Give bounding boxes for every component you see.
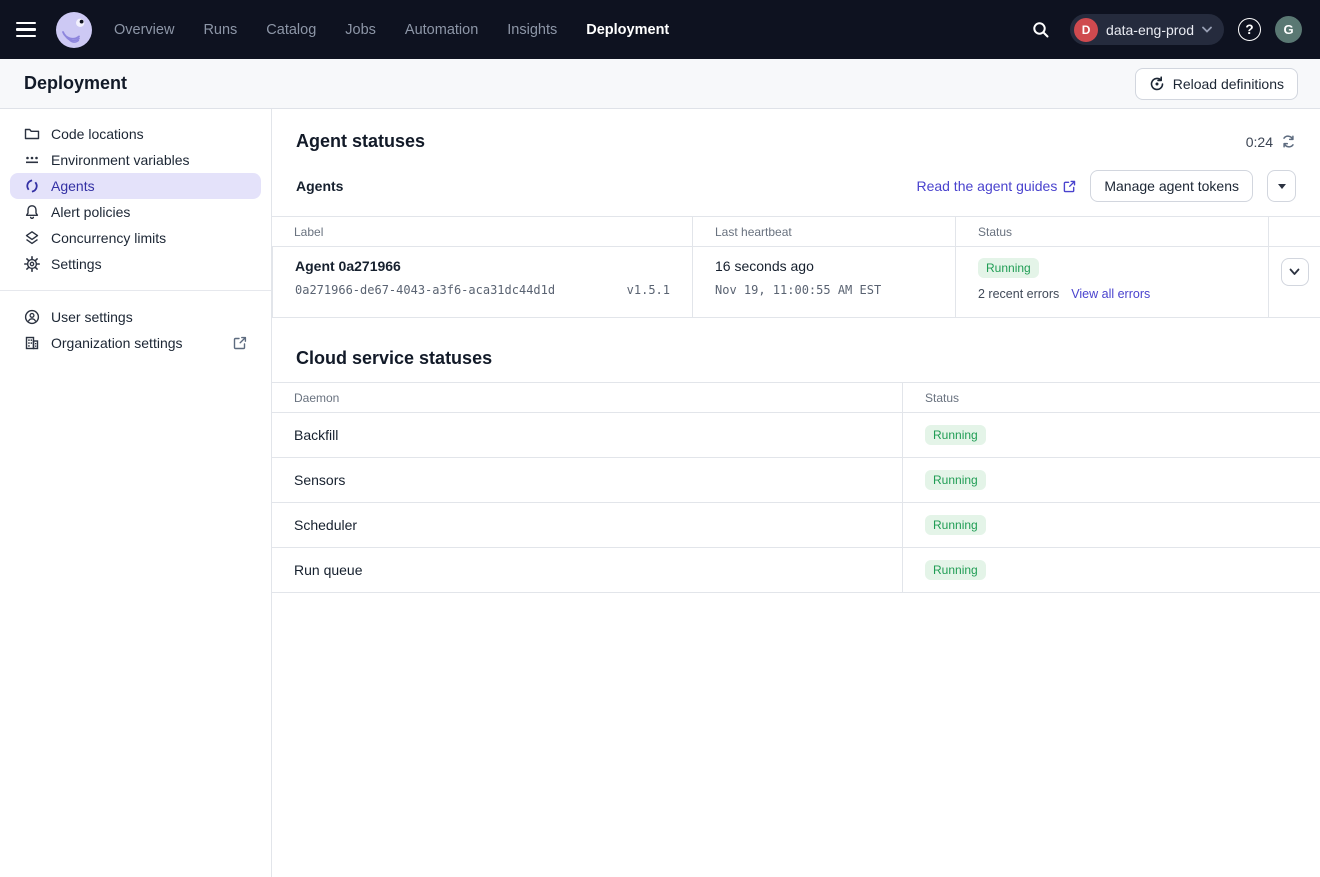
column-header-daemon: Daemon — [272, 383, 902, 413]
external-link-icon — [1063, 180, 1076, 193]
sidebar-item-label: Alert policies — [51, 204, 130, 220]
column-header-label: Label — [272, 217, 692, 247]
status-badge: Running — [925, 560, 986, 580]
agents-table: Label Last heartbeat Status Agent 0a2719… — [272, 216, 1320, 318]
sidebar-item-agents[interactable]: Agents — [10, 173, 261, 199]
hamburger-menu-icon[interactable] — [16, 17, 42, 43]
status-badge: Running — [925, 470, 986, 490]
agents-section-label: Agents — [296, 178, 343, 194]
daemon-name: Run queue — [272, 548, 902, 593]
sidebar-item-label: Settings — [51, 256, 102, 272]
sidebar-item-code-locations[interactable]: Code locations — [10, 121, 261, 147]
agent-expand-button[interactable] — [1281, 258, 1309, 286]
daemon-status-cell: Running — [902, 548, 1320, 593]
daemon-name: Backfill — [272, 413, 902, 458]
external-link-icon — [233, 336, 247, 350]
bell-icon — [24, 204, 40, 220]
agent-name: Agent 0a271966 — [295, 258, 670, 274]
folder-icon — [24, 126, 40, 142]
variables-icon — [24, 152, 40, 168]
agent-guides-link-label: Read the agent guides — [916, 178, 1057, 194]
deployment-sidebar: Code locations Environment variables Age… — [0, 109, 272, 877]
column-header-status: Status — [902, 383, 1320, 413]
caret-down-icon — [1278, 184, 1286, 189]
sidebar-item-organization-settings[interactable]: Organization settings — [10, 330, 261, 356]
page-title: Deployment — [24, 73, 127, 94]
sidebar-item-label: Agents — [51, 178, 95, 194]
agents-more-actions-button[interactable] — [1267, 170, 1296, 202]
countdown-value: 0:24 — [1246, 134, 1273, 150]
agent-status-cell: Running 2 recent errors View all errors — [955, 247, 1268, 318]
agent-id: 0a271966-de67-4043-a3f6-aca31dc44d1d — [295, 283, 555, 297]
nav-item-insights[interactable]: Insights — [507, 22, 557, 38]
search-icon[interactable] — [1026, 15, 1056, 45]
nav-item-deployment[interactable]: Deployment — [586, 22, 669, 38]
agent-icon — [24, 178, 40, 194]
agent-label-cell: Agent 0a271966 0a271966-de67-4043-a3f6-a… — [272, 247, 692, 318]
manage-agent-tokens-label: Manage agent tokens — [1104, 178, 1239, 194]
agent-statuses-heading: Agent statuses — [296, 131, 425, 152]
status-badge: Running — [925, 425, 986, 445]
status-badge: Running — [925, 515, 986, 535]
refresh-countdown: 0:24 — [1246, 134, 1296, 150]
reload-definitions-label: Reload definitions — [1173, 76, 1284, 92]
user-avatar[interactable]: G — [1275, 16, 1302, 43]
nav-item-jobs[interactable]: Jobs — [345, 22, 376, 38]
cloud-service-statuses-heading: Cloud service statuses — [296, 348, 1296, 369]
reload-definitions-button[interactable]: Reload definitions — [1135, 68, 1298, 100]
reload-icon — [1149, 76, 1165, 92]
daemon-status-cell: Running — [902, 458, 1320, 503]
deployment-name: data-eng-prod — [1106, 22, 1194, 38]
sidebar-item-alert-policies[interactable]: Alert policies — [10, 199, 261, 225]
gear-icon — [24, 256, 40, 272]
daemon-name: Scheduler — [272, 503, 902, 548]
navbar-right-cluster: D data-eng-prod ? G — [1026, 14, 1302, 45]
sidebar-item-label: User settings — [51, 309, 133, 325]
user-icon — [24, 309, 40, 325]
sidebar-item-user-settings[interactable]: User settings — [10, 304, 261, 330]
chevron-down-icon — [1202, 26, 1212, 33]
daemon-name: Sensors — [272, 458, 902, 503]
nav-item-automation[interactable]: Automation — [405, 22, 478, 38]
deployment-initial-badge: D — [1074, 18, 1098, 42]
agent-expand-cell — [1268, 247, 1320, 318]
sidebar-item-settings[interactable]: Settings — [10, 251, 261, 277]
chevron-down-icon — [1289, 268, 1300, 276]
heartbeat-relative: 16 seconds ago — [715, 258, 933, 274]
sidebar-item-label: Concurrency limits — [51, 230, 166, 246]
nav-item-runs[interactable]: Runs — [203, 22, 237, 38]
cloud-services-table: Daemon Status Backfill Running Sensors R… — [272, 382, 1320, 593]
building-icon — [24, 335, 40, 351]
dagster-logo-icon[interactable] — [56, 12, 92, 48]
heartbeat-timestamp: Nov 19, 11:00:55 AM EST — [715, 283, 933, 297]
status-badge: Running — [978, 258, 1039, 278]
column-header-last-heartbeat: Last heartbeat — [692, 217, 955, 247]
column-header-status: Status — [955, 217, 1268, 247]
sidebar-item-label: Code locations — [51, 126, 144, 142]
column-header-actions — [1268, 217, 1320, 247]
nav-item-overview[interactable]: Overview — [114, 22, 174, 38]
recent-errors-count: 2 recent errors — [978, 287, 1059, 301]
sidebar-divider — [0, 290, 271, 291]
refresh-icon[interactable] — [1281, 134, 1296, 149]
manage-agent-tokens-button[interactable]: Manage agent tokens — [1090, 170, 1253, 202]
layers-icon — [24, 230, 40, 246]
nav-item-catalog[interactable]: Catalog — [266, 22, 316, 38]
help-icon[interactable]: ? — [1238, 18, 1261, 41]
top-navbar: Overview Runs Catalog Jobs Automation In… — [0, 0, 1320, 59]
daemon-status-cell: Running — [902, 413, 1320, 458]
agent-heartbeat-cell: 16 seconds ago Nov 19, 11:00:55 AM EST — [692, 247, 955, 318]
page-header: Deployment Reload definitions — [0, 59, 1320, 109]
main-content: Agent statuses 0:24 Agents Read the agen… — [272, 109, 1320, 877]
sidebar-item-label: Environment variables — [51, 152, 190, 168]
sidebar-item-label: Organization settings — [51, 335, 183, 351]
sidebar-item-concurrency-limits[interactable]: Concurrency limits — [10, 225, 261, 251]
daemon-status-cell: Running — [902, 503, 1320, 548]
view-all-errors-link[interactable]: View all errors — [1071, 287, 1150, 301]
deployment-switcher[interactable]: D data-eng-prod — [1070, 14, 1224, 45]
agent-version: v1.5.1 — [627, 283, 670, 297]
primary-nav: Overview Runs Catalog Jobs Automation In… — [114, 22, 669, 38]
agent-guides-link[interactable]: Read the agent guides — [916, 178, 1076, 194]
sidebar-item-environment-variables[interactable]: Environment variables — [10, 147, 261, 173]
